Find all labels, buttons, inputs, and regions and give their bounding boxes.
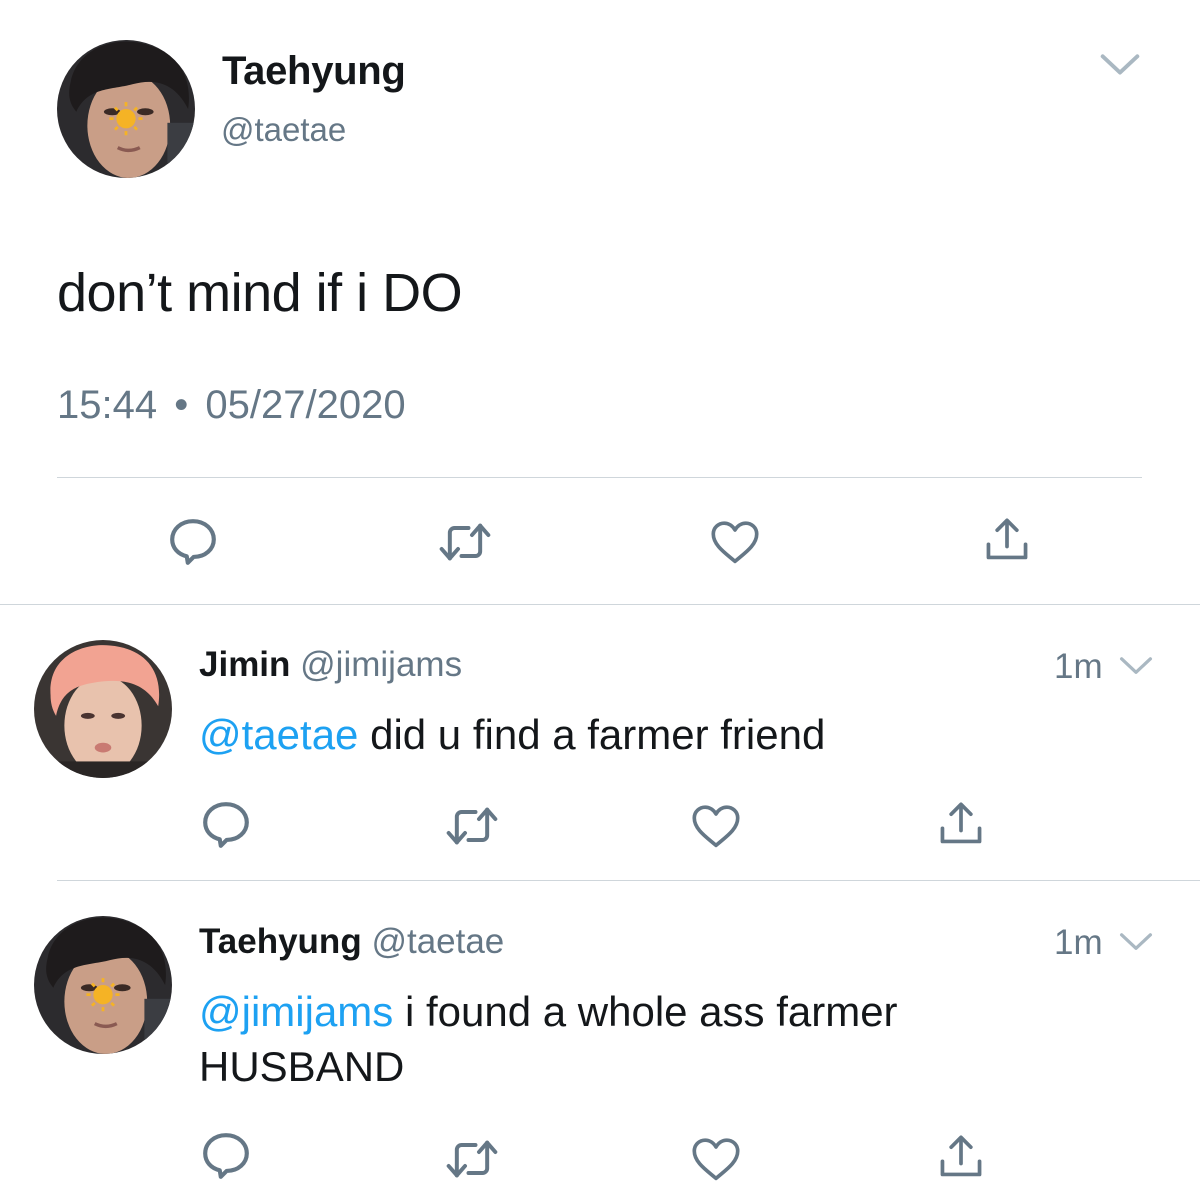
like-button[interactable] — [705, 512, 765, 572]
share-button[interactable] — [931, 794, 991, 854]
reply-line: @jimijams i found a whole ass farmer — [199, 984, 898, 1039]
avatar-image — [34, 640, 172, 778]
avatar-image — [34, 916, 172, 1054]
reply-body: did u find a farmer friend — [358, 711, 826, 758]
like-button[interactable] — [686, 1129, 746, 1189]
reply-avatar[interactable] — [34, 916, 172, 1054]
retweet-button[interactable] — [442, 796, 502, 856]
like-button[interactable] — [686, 796, 746, 856]
tweet-timestamp: 15:44 • 05/27/2020 — [57, 381, 406, 429]
chevron-down-icon[interactable] — [1118, 655, 1154, 677]
divider — [57, 880, 1200, 881]
reply-icon — [200, 799, 252, 851]
reply-avatar[interactable] — [34, 640, 172, 778]
reply-text: @jimijams i found a whole ass farmer HUS… — [199, 984, 898, 1094]
reply-header: Jimin @jimijams — [199, 644, 462, 686]
author-handle[interactable]: @taetae — [221, 110, 346, 150]
chevron-down-icon[interactable] — [1118, 931, 1154, 953]
retweet-icon — [437, 518, 493, 566]
author-name[interactable]: Taehyung — [222, 48, 406, 94]
retweet-button[interactable] — [435, 512, 495, 572]
mention-link[interactable]: @jimijams — [199, 988, 393, 1035]
like-icon — [688, 1135, 744, 1183]
reply-icon — [200, 1130, 252, 1182]
retweet-icon — [444, 802, 500, 850]
reply-time: 1m — [1054, 923, 1103, 962]
reply-author-handle[interactable]: @jimijams — [300, 645, 462, 684]
mention-link[interactable]: @taetae — [199, 711, 358, 758]
reply-time: 1m — [1054, 647, 1103, 686]
reply-header: Taehyung @taetae — [199, 921, 504, 963]
reply-button[interactable] — [196, 1126, 256, 1186]
reply-button[interactable] — [196, 795, 256, 855]
author-avatar[interactable] — [57, 40, 195, 178]
like-icon — [707, 518, 763, 566]
reply-button[interactable] — [163, 512, 223, 572]
share-button[interactable] — [977, 510, 1037, 570]
divider — [0, 604, 1200, 605]
share-icon — [937, 1133, 985, 1181]
share-button[interactable] — [931, 1127, 991, 1187]
divider — [57, 477, 1142, 478]
like-icon — [688, 802, 744, 850]
reply-line-2: HUSBAND — [199, 1043, 405, 1090]
tweet-time: 15:44 — [57, 383, 158, 427]
reply-body: i found a whole ass farmer — [393, 988, 898, 1035]
share-icon — [983, 516, 1031, 564]
reply-author-name[interactable]: Jimin — [199, 645, 290, 684]
retweet-icon — [444, 1135, 500, 1183]
share-icon — [937, 800, 985, 848]
tweet-text: don’t mind if i DO — [57, 263, 463, 323]
tweet-date: 05/27/2020 — [205, 383, 406, 427]
reply-icon — [167, 516, 219, 568]
meta-separator: • — [174, 383, 189, 427]
reply-text: @taetae did u find a farmer friend — [199, 707, 825, 762]
chevron-down-icon[interactable] — [1098, 52, 1142, 78]
avatar-image — [57, 40, 195, 178]
retweet-button[interactable] — [442, 1129, 502, 1189]
reply-author-handle[interactable]: @taetae — [371, 922, 504, 961]
reply-author-name[interactable]: Taehyung — [199, 922, 362, 961]
